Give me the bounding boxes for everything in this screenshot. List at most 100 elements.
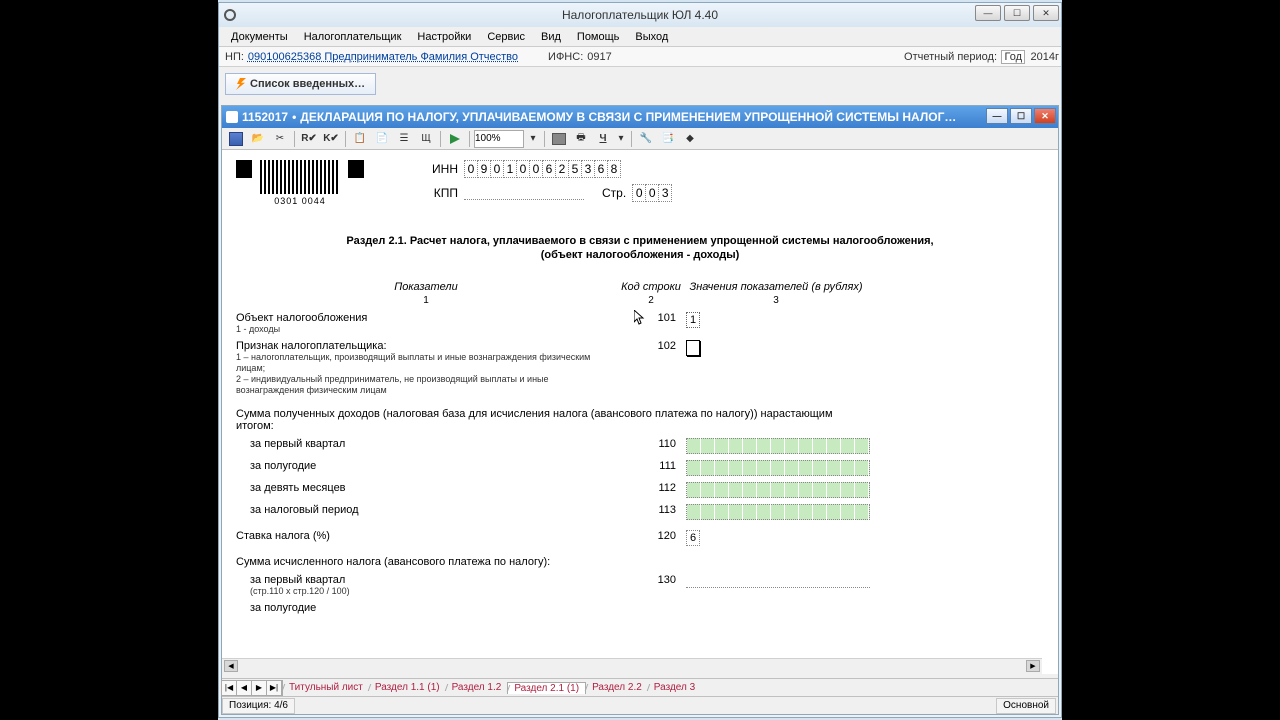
year-select[interactable]: Год [1001, 50, 1025, 64]
next-button[interactable] [445, 130, 465, 148]
horizontal-scrollbar[interactable]: ◀ ▶ [222, 658, 1042, 674]
barcode-block: 0301 0044 [236, 160, 364, 194]
maximize-button[interactable]: ☐ [1004, 5, 1030, 21]
tab-last-button[interactable]: ▶| [266, 680, 282, 696]
barcode-text: 0301 0044 [260, 196, 340, 206]
print2-button[interactable]: 🖶 [571, 130, 591, 148]
format-button[interactable]: ☰ [394, 130, 414, 148]
row-131-label: за полугодие [236, 602, 616, 614]
tab-title-page[interactable]: Титульный лист [283, 682, 369, 693]
minimize-button[interactable]: — [975, 5, 1001, 21]
tool-b-button[interactable]: 📑 [658, 130, 678, 148]
list-entered-button[interactable]: Список введенных… [225, 73, 376, 95]
k-check-button[interactable]: K✔ [321, 130, 341, 148]
document-title-bar[interactable]: 1152017 • ДЕКЛАРАЦИЯ ПО НАЛОГУ, УПЛАЧИВА… [222, 106, 1058, 128]
col-header-3: Значения показателей (в рублях) [686, 281, 866, 293]
main-window: Налогоплательщик ЮЛ 4.40 — ☐ ✕ Документы… [218, 2, 1062, 718]
ifns-label: ИФНС: [548, 51, 583, 63]
menu-taxpayer[interactable]: Налогоплательщик [296, 31, 410, 43]
paste-button[interactable]: 📄 [372, 130, 392, 148]
document-page: 0301 0044 ИНН 090100625368 КПП Стр. [222, 150, 1058, 624]
np-link[interactable]: 090100625368 Предприниматель Фамилия Отч… [248, 51, 518, 63]
page-label: Стр. [602, 186, 626, 200]
kpp-label: КПП [424, 186, 458, 200]
tab-prev-button[interactable]: ◀ [236, 680, 252, 696]
row-111-code: 111 [616, 460, 686, 472]
tool-c-button[interactable]: ◆ [680, 130, 700, 148]
print-icon [552, 133, 566, 145]
scroll-right-button[interactable]: ▶ [1026, 660, 1040, 672]
row-120-value[interactable]: 6 [686, 530, 700, 546]
zoom-dropdown[interactable]: ▾ [526, 130, 540, 148]
open-button[interactable]: 📂 [248, 130, 268, 148]
row-113-value[interactable] [686, 504, 870, 520]
section-title-2: (объект налогообложения - доходы) [276, 248, 1004, 262]
row-110-code: 110 [616, 438, 686, 450]
tab-section-2-1[interactable]: Раздел 2.1 (1) [507, 682, 586, 694]
arrow-right-icon [450, 134, 460, 144]
row-101-value[interactable]: 1 [686, 312, 700, 328]
tab-section-3[interactable]: Раздел 3 [648, 682, 701, 693]
row-130-value[interactable] [686, 574, 870, 588]
lightning-icon [236, 78, 246, 90]
print-button[interactable] [549, 130, 569, 148]
copy-button[interactable]: 📋 [350, 130, 370, 148]
doc-title: ДЕКЛАРАЦИЯ ПО НАЛОГУ, УПЛАЧИВАЕМОМУ В СВ… [300, 110, 956, 124]
title-bar[interactable]: Налогоплательщик ЮЛ 4.40 — ☐ ✕ [219, 3, 1061, 27]
menu-settings[interactable]: Настройки [409, 31, 479, 43]
list-entered-label: Список введенных… [250, 78, 365, 90]
menu-bar: Документы Налогоплательщик Настройки Сер… [219, 27, 1061, 47]
menu-service[interactable]: Сервис [479, 31, 533, 43]
doc-minimize-button[interactable]: — [986, 108, 1008, 124]
row-102-value[interactable] [686, 340, 700, 356]
font-button[interactable]: Щ [416, 130, 436, 148]
status-position: Позиция: 4/6 [222, 698, 295, 714]
zoom-select[interactable] [474, 130, 524, 148]
document-content[interactable]: 0301 0044 ИНН 090100625368 КПП Стр. [222, 150, 1058, 674]
page-cells: 003 [632, 184, 671, 202]
tab-section-1-1[interactable]: Раздел 1.1 (1) [369, 682, 446, 693]
row-112-label: за девять месяцев [236, 482, 616, 494]
inn-label: ИНН [424, 162, 458, 176]
col-header-2: Код строки [616, 281, 686, 293]
col-header-1: Показатели [236, 281, 616, 293]
underline-button[interactable]: Ч [593, 130, 613, 148]
delete-button[interactable]: ✂ [270, 130, 290, 148]
app-title: Налогоплательщик ЮЛ 4.40 [219, 8, 1061, 22]
row-101-sub: 1 - доходы [236, 324, 616, 335]
row-130-sub: (стр.110 х стр.120 / 100) [250, 586, 616, 597]
np-label: НП: [225, 51, 244, 63]
row-113-label: за налоговый период [236, 504, 616, 516]
close-button[interactable]: ✕ [1033, 5, 1059, 21]
disk-icon [229, 132, 243, 146]
row-130-code: 130 [616, 574, 686, 586]
row-110-value[interactable] [686, 438, 870, 454]
underline-dropdown[interactable]: ▾ [615, 130, 627, 148]
tab-section-1-2[interactable]: Раздел 1.2 [446, 682, 508, 693]
menu-exit[interactable]: Выход [627, 31, 676, 43]
scroll-left-button[interactable]: ◀ [224, 660, 238, 672]
row-102-sub2: 2 – индивидуальный предприниматель, не п… [236, 374, 616, 396]
tool-a-button[interactable]: 🔧 [636, 130, 656, 148]
document-toolbar: 📂 ✂ R✔ K✔ 📋 📄 ☰ Щ ▾ 🖶 Ч ▾ 🔧 📑 ◆ [222, 128, 1058, 150]
status-bar: Позиция: 4/6 Основной [222, 696, 1058, 714]
section-tabs: |◀ ◀ ▶ ▶| Титульный лист Раздел 1.1 (1) … [222, 678, 1058, 696]
tab-section-2-2[interactable]: Раздел 2.2 [586, 682, 648, 693]
menu-view[interactable]: Вид [533, 31, 569, 43]
doc-maximize-button[interactable]: ☐ [1010, 108, 1032, 124]
menu-help[interactable]: Помощь [569, 31, 628, 43]
section-title-1: Раздел 2.1. Расчет налога, уплачиваемого… [276, 234, 1004, 248]
menu-documents[interactable]: Документы [223, 31, 296, 43]
tab-next-button[interactable]: ▶ [251, 680, 267, 696]
row-120-code: 120 [616, 530, 686, 542]
row-112-value[interactable] [686, 482, 870, 498]
save-button[interactable] [226, 130, 246, 148]
doc-close-button[interactable]: ✕ [1034, 108, 1056, 124]
tab-first-button[interactable]: |◀ [221, 680, 237, 696]
doc-code: 1152017 [242, 110, 288, 124]
r-check-button[interactable]: R✔ [299, 130, 319, 148]
inn-cells: 090100625368 [464, 160, 620, 178]
col-num-3: 3 [686, 295, 866, 306]
row-111-value[interactable] [686, 460, 870, 476]
info-bar: НП: 090100625368 Предприниматель Фамилия… [219, 47, 1061, 67]
